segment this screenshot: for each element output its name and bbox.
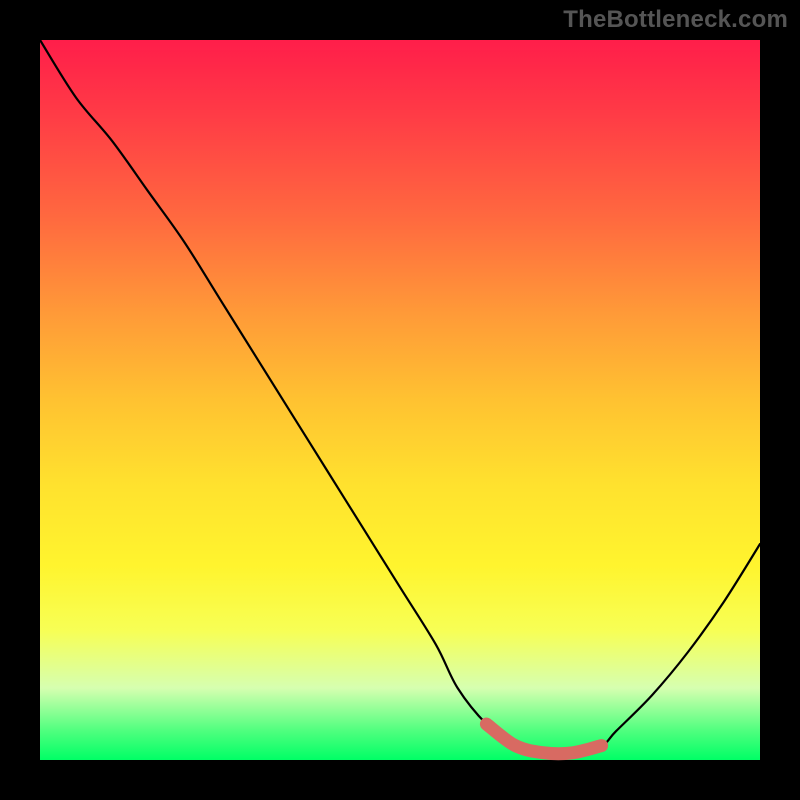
watermark-text: TheBottleneck.com (563, 6, 788, 34)
chart-svg (40, 40, 760, 760)
chart-frame: TheBottleneck.com (0, 0, 800, 800)
plot-area (40, 40, 760, 760)
optimal-range-highlight (486, 724, 601, 754)
bottleneck-curve (40, 40, 760, 754)
